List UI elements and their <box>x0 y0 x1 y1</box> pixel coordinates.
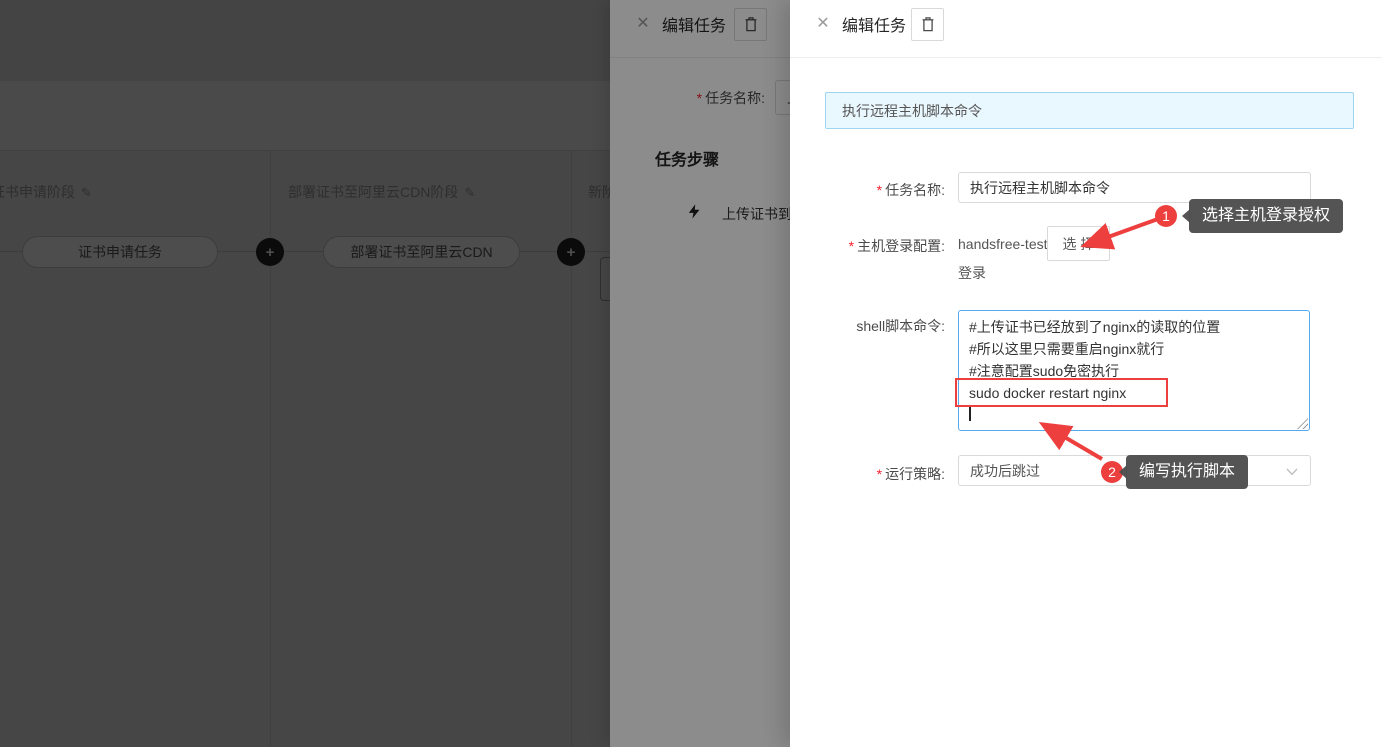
drawer-title: 编辑任务 <box>842 12 906 36</box>
delete-task-button[interactable] <box>911 8 944 41</box>
button-label: 选 择 <box>1063 234 1095 254</box>
run-policy-label: *运行策略: <box>790 464 945 484</box>
divider <box>790 57 1382 58</box>
task-name-input[interactable]: 执行远程主机脚本命令 <box>958 172 1311 203</box>
close-icon[interactable]: ✕ <box>813 13 833 33</box>
run-policy-select[interactable]: 成功后跳过 <box>958 455 1311 486</box>
host-login-label: *主机登录配置: <box>790 236 945 256</box>
alert-text: 执行远程主机脚本命令 <box>842 101 982 121</box>
selected-option: 成功后跳过 <box>970 461 1040 481</box>
chevron-down-icon <box>1286 468 1298 476</box>
task-name-value: 执行远程主机脚本命令 <box>970 178 1110 198</box>
host-login-value-line2: 登录 <box>958 263 986 283</box>
shell-script-label: shell脚本命令: <box>790 316 945 336</box>
task-name-label: *任务名称: <box>790 180 945 200</box>
app-screen: 证书申请阶段✎ 部署证书至阿里云CDN阶段✎ 新阶段 证书申请任务 + 部署证书… <box>0 0 1382 747</box>
resize-handle[interactable] <box>1297 418 1308 429</box>
trash-icon <box>920 16 936 33</box>
shell-script-textarea[interactable]: #上传证书已经放到了nginx的读取的位置 #所以这里只需要重启nginx就行 … <box>958 310 1310 431</box>
required-mark: * <box>877 466 882 482</box>
shell-line: #注意配置sudo免密执行 <box>969 360 1299 382</box>
required-mark: * <box>877 182 882 198</box>
text-cursor <box>969 405 971 421</box>
shell-line: #所以这里只需要重启nginx就行 <box>969 338 1299 360</box>
required-mark: * <box>849 238 854 254</box>
label-text: 主机登录配置: <box>857 238 945 254</box>
edit-task-drawer: ✕ 编辑任务 执行远程主机脚本命令 *任务名称: 执行远程主机脚本命令 *主机登… <box>790 0 1382 747</box>
shell-line: sudo docker restart nginx <box>969 382 1299 404</box>
shell-line: #上传证书已经放到了nginx的读取的位置 <box>969 316 1299 338</box>
host-login-value: handsfree-test <box>958 236 1048 252</box>
label-text: 任务名称: <box>885 182 945 198</box>
choose-host-button[interactable]: 选 择 <box>1047 226 1110 261</box>
task-description-alert: 执行远程主机脚本命令 <box>825 92 1354 129</box>
label-text: 运行策略: <box>885 466 945 482</box>
label-text: shell脚本命令: <box>856 318 945 334</box>
